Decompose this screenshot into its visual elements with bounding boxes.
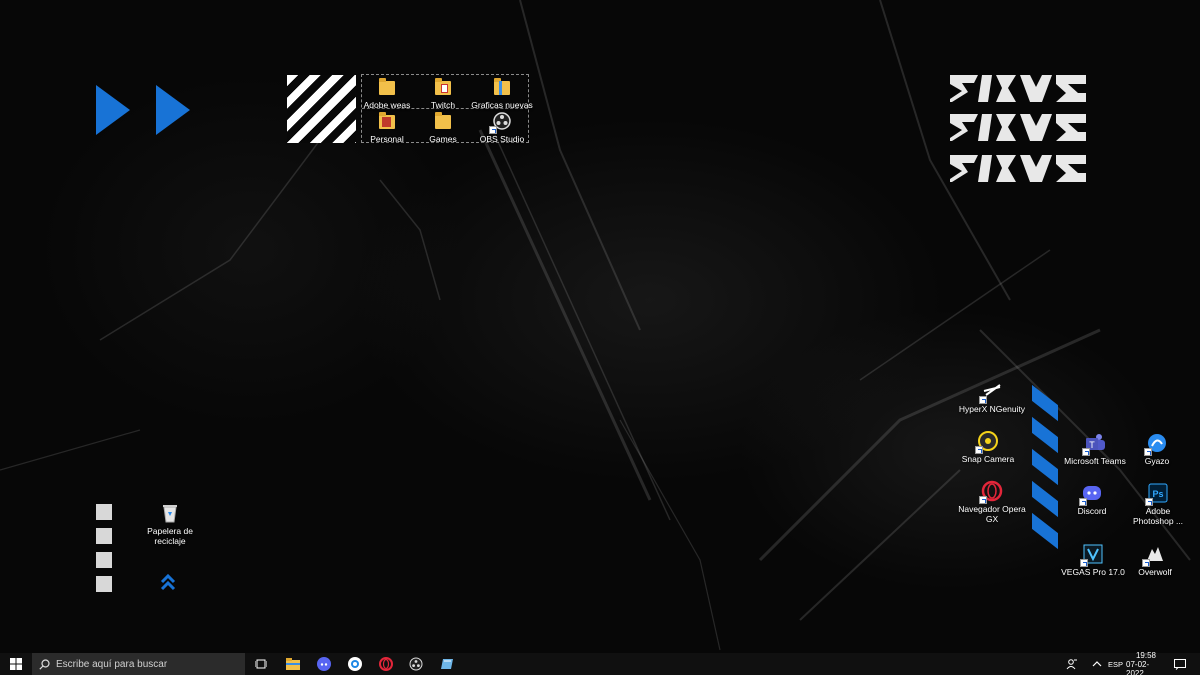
desktop-icon-twitch[interactable]: Twitch xyxy=(420,76,466,110)
obs-icon xyxy=(409,657,423,671)
desktop-icon-snap-camera[interactable]: Snap Camera xyxy=(952,430,1024,464)
desktop: Adobe weas Twitch Graficas nuevas Person… xyxy=(0,0,1200,653)
show-hidden-icons-button[interactable] xyxy=(1092,653,1102,675)
folder-icon xyxy=(432,110,454,132)
desktop-icon-personal[interactable]: Personal xyxy=(364,110,410,144)
search-icon xyxy=(39,658,50,670)
chrome-canary-icon xyxy=(348,657,362,671)
desktop-icon-gyazo[interactable]: Gyazo xyxy=(1132,432,1182,466)
folder-doc-icon xyxy=(432,76,454,98)
taskbar-search-box[interactable]: Escribe aquí para buscar xyxy=(32,653,245,675)
desktop-icon-games[interactable]: Games xyxy=(420,110,466,144)
hyperx-icon xyxy=(979,380,1003,404)
folder-icon xyxy=(491,76,513,98)
folder-doc-icon xyxy=(376,110,398,132)
clock-time: 19:58 xyxy=(1135,650,1157,660)
desktop-icon-adobe-photoshop[interactable]: Ps Adobe Photoshop ... xyxy=(1128,482,1188,526)
desktop-icon-overwolf[interactable]: Overwolf xyxy=(1130,543,1180,577)
app-icon xyxy=(441,659,453,669)
desktop-icon-recycle-bin[interactable]: Papelera de reciclaje xyxy=(140,502,200,546)
svg-text:T: T xyxy=(1089,440,1095,450)
taskbar-chrome-canary[interactable] xyxy=(344,653,366,675)
gyazo-icon xyxy=(1144,432,1168,456)
desktop-icon-adobe-weas[interactable]: Adobe weas xyxy=(364,76,410,110)
decorative-square xyxy=(96,552,112,568)
start-button[interactable] xyxy=(0,653,32,675)
desktop-icon-vegas-pro[interactable]: VEGAS Pro 17.0 xyxy=(1061,543,1125,577)
taskbar-opera-gx[interactable] xyxy=(375,653,397,675)
taskbar: Escribe aquí para buscar ESP 19:58 07-02… xyxy=(0,650,1200,678)
folder-icon xyxy=(376,76,398,98)
double-chevron-up-icon xyxy=(160,573,176,591)
obs-icon xyxy=(489,110,513,134)
taskbar-discord[interactable] xyxy=(313,653,335,675)
discord-icon xyxy=(317,657,331,671)
photoshop-icon: Ps xyxy=(1145,482,1169,506)
opera-gx-icon xyxy=(379,657,393,671)
notification-icon xyxy=(1174,658,1186,670)
task-view-button[interactable] xyxy=(250,653,272,675)
people-icon xyxy=(1066,659,1077,670)
taskbar-obs[interactable] xyxy=(405,653,427,675)
people-button[interactable] xyxy=(1066,653,1078,675)
windows-logo-icon xyxy=(10,658,22,670)
notifications-button[interactable] xyxy=(1174,653,1186,675)
desktop-icon-hyperx-ngenuity[interactable]: HyperX NGenuity xyxy=(952,380,1032,414)
teams-icon: T xyxy=(1082,432,1106,456)
overwolf-icon xyxy=(1142,543,1166,567)
fast-forward-icon xyxy=(96,85,190,135)
desktop-icon-microsoft-teams[interactable]: T Microsoft Teams xyxy=(1062,432,1128,466)
decorative-square xyxy=(96,576,112,592)
decorative-square xyxy=(96,504,112,520)
taskbar-app[interactable] xyxy=(436,653,458,675)
decorative-logo xyxy=(950,75,1086,182)
file-explorer-icon xyxy=(286,658,300,670)
desktop-icon-discord[interactable]: Discord xyxy=(1062,482,1122,516)
discord-icon xyxy=(1079,482,1103,506)
desktop-icon-graficas-nuevas[interactable]: Graficas nuevas xyxy=(471,76,533,110)
svg-text:Ps: Ps xyxy=(1152,489,1163,499)
desktop-icon-obs-studio[interactable]: OBS Studio xyxy=(476,110,528,144)
language-indicator[interactable]: ESP xyxy=(1108,653,1123,675)
decorative-square xyxy=(96,528,112,544)
taskbar-file-explorer[interactable] xyxy=(282,653,304,675)
search-placeholder: Escribe aquí para buscar xyxy=(56,658,168,670)
chevron-up-icon xyxy=(1092,661,1102,667)
desktop-icon-opera-gx[interactable]: Navegador Opera GX xyxy=(952,480,1032,524)
opera-gx-icon xyxy=(979,480,1003,504)
snap-camera-icon xyxy=(975,430,999,454)
task-view-icon xyxy=(255,659,267,669)
clock[interactable]: 19:58 07-02-2022 xyxy=(1126,650,1166,678)
vegas-icon xyxy=(1080,543,1104,567)
recycle-bin-icon xyxy=(159,502,181,524)
striped-panel xyxy=(287,75,356,143)
